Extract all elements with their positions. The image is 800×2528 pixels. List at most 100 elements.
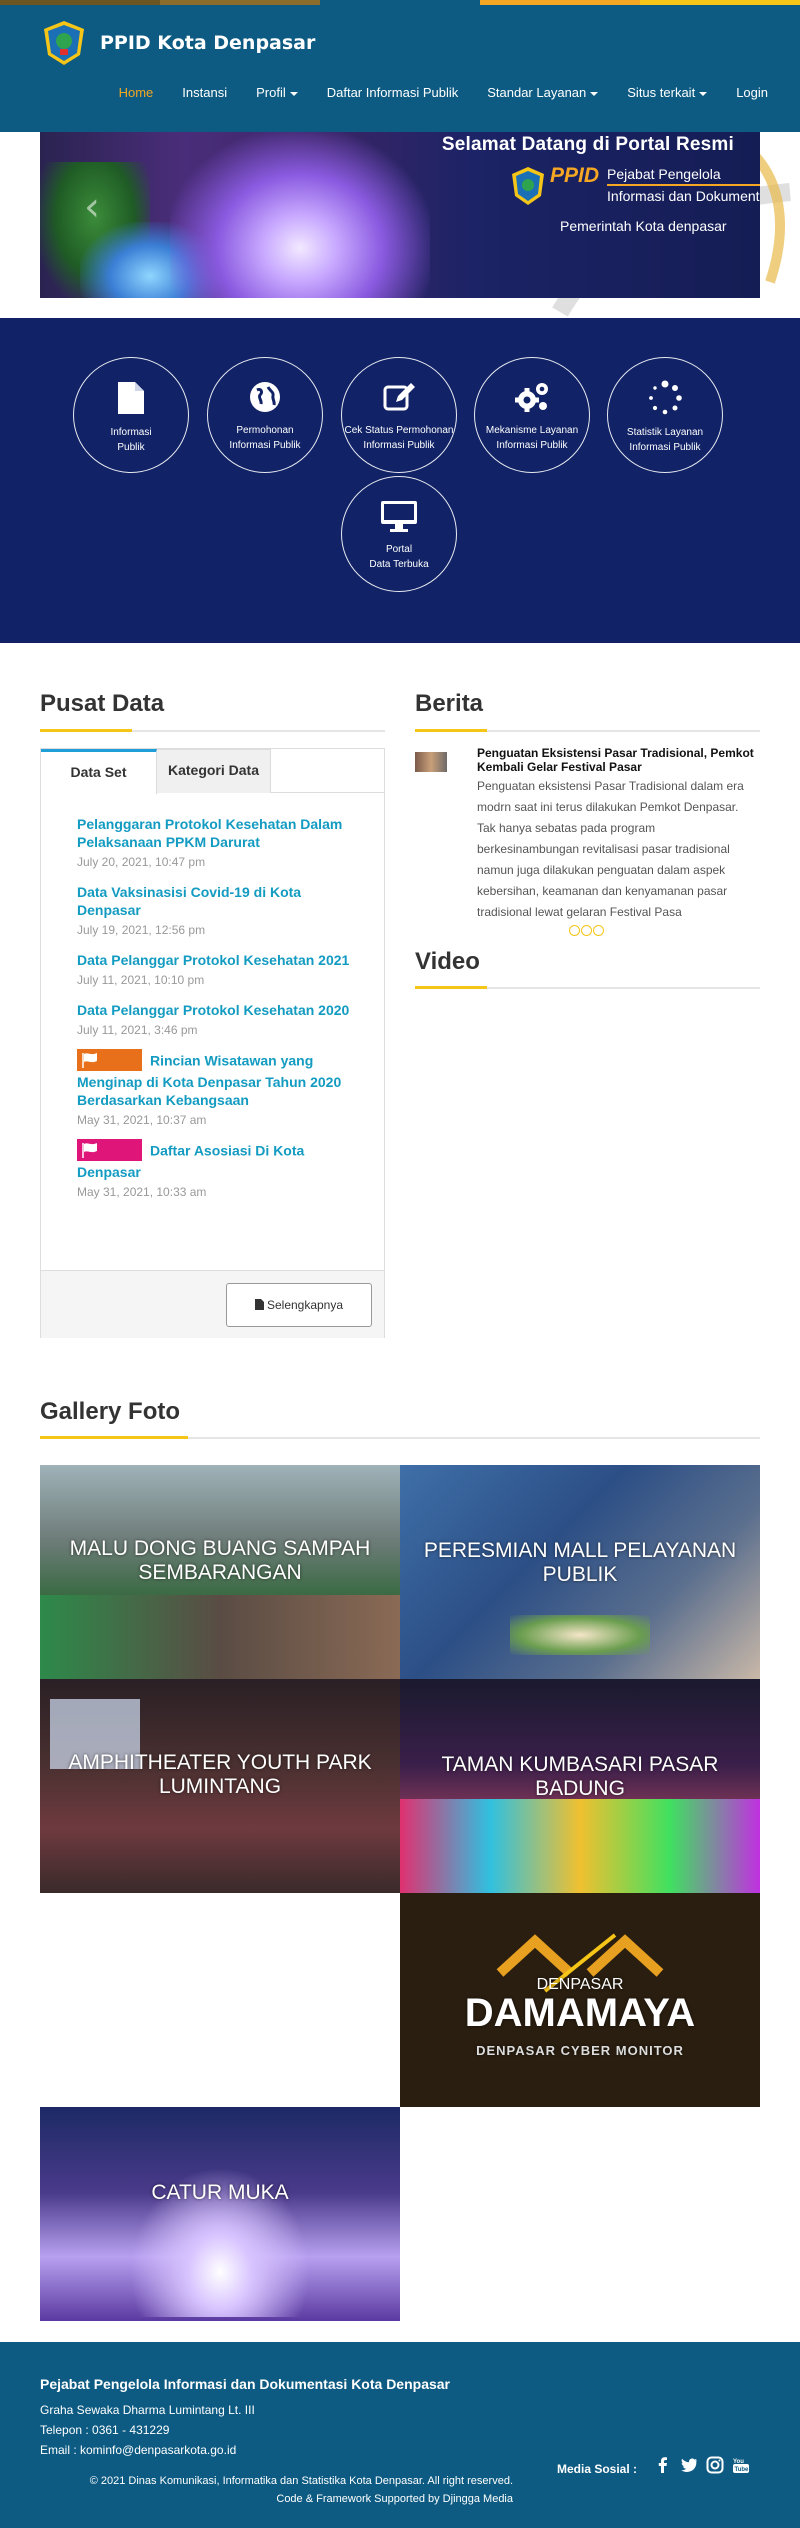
credit-text: Code & Framework Supported by Djingga Me… xyxy=(276,2493,513,2505)
data-set-list: Pelanggaran Protokol Kesehatan Dalam Pel… xyxy=(77,815,367,1213)
hero-line1: Pejabat Pengelola xyxy=(607,166,721,182)
hero-divider xyxy=(607,184,760,186)
service-label-2: Data Terbuka xyxy=(369,559,429,570)
gallery-title: Gallery Foto xyxy=(40,1398,181,1425)
denpasar-emblem-icon xyxy=(512,167,544,205)
data-set-link[interactable]: Data Pelanggar Protokol Kesehatan 2020 xyxy=(77,1001,367,1019)
nav-home[interactable]: Home xyxy=(119,85,154,100)
tab-kategori-data[interactable]: Kategori Data xyxy=(157,749,271,793)
service-mekanisme[interactable]: Mekanisme Layanan Informasi Publik xyxy=(474,357,590,473)
gallery-item[interactable]: DENPASAR DAMAMAYA DENPASAR CYBER MONITOR xyxy=(400,1893,760,2107)
news-thumbnail[interactable] xyxy=(415,752,447,772)
pusat-data-rule xyxy=(40,729,385,732)
data-set-date: July 11, 2021, 10:10 pm xyxy=(77,973,205,987)
gallery-crowd xyxy=(40,1595,400,1679)
spinner-icon xyxy=(649,380,682,415)
site-header: PPID Kota Denpasar Home Instansi Profil … xyxy=(0,5,800,132)
gallery-ribbon xyxy=(510,1615,650,1655)
brand[interactable]: PPID Kota Denpasar xyxy=(40,19,315,67)
gallery-caption: PERESMIAN MALL PELAYANAN PUBLIK xyxy=(423,1539,737,1586)
nav-daftar-informasi-publik[interactable]: Daftar Informasi Publik xyxy=(327,85,459,100)
nav-login[interactable]: Login xyxy=(736,85,768,100)
hero-title: Selamat Datang di Portal Resmi xyxy=(441,134,734,155)
service-informasi-publik[interactable]: Informasi Publik xyxy=(73,357,189,473)
hero-fountain xyxy=(170,132,430,298)
nav-standar-layanan[interactable]: Standar Layanan xyxy=(487,85,599,100)
pagination-dot[interactable] xyxy=(581,925,592,936)
services-section: Informasi Publik Permohonan Informasi Publ… xyxy=(0,318,800,643)
tab-data-set[interactable]: Data Set xyxy=(41,749,157,794)
gallery-rule xyxy=(40,1436,760,1439)
hero-ppid-logo: PPID Pejabat Pengelola Informasi dan Dok… xyxy=(510,164,760,206)
news-excerpt: Penguatan eksistensi Pasar Tradisional d… xyxy=(477,779,744,919)
gallery-item[interactable]: TAMAN KUMBASARI PASAR BADUNG xyxy=(400,1679,760,1893)
caret-down-icon xyxy=(590,91,599,96)
panel-footer: Selengkapnya xyxy=(41,1270,384,1338)
data-set-link[interactable]: Data Pelanggar Protokol Kesehatan 2021 xyxy=(77,951,367,969)
gallery-lights xyxy=(400,1799,760,1893)
damamaya-logo: DAMAMAYA xyxy=(464,1991,696,2035)
service-label-1: Permohonan xyxy=(236,425,294,436)
service-statistik[interactable]: Statistik Layanan Informasi Publik xyxy=(607,357,723,473)
data-set-title-row: Rincian Wisatawan yang Menginap di Kota … xyxy=(77,1049,367,1109)
gallery-item[interactable]: CATUR MUKA xyxy=(40,2107,400,2321)
selengkapnya-button[interactable]: Selengkapnya xyxy=(226,1283,372,1327)
pagination-dot[interactable] xyxy=(593,925,604,936)
flag-icon xyxy=(77,1139,142,1161)
video-rule xyxy=(415,986,760,989)
service-label-1: Portal xyxy=(385,544,413,555)
footer-phone: Telepon : 0361 - 431229 xyxy=(40,2423,170,2437)
list-item: Rincian Wisatawan yang Menginap di Kota … xyxy=(77,1049,367,1127)
hero-banner[interactable]: ‹ Selamat Datang di Portal Resmi PPID Pe… xyxy=(40,132,760,298)
twitter-icon[interactable] xyxy=(680,2456,698,2474)
caret-down-icon xyxy=(289,91,298,96)
service-label-2: Publik xyxy=(117,442,145,453)
service-cek-status[interactable]: Cek Status Permohonan Informasi Publik xyxy=(341,357,457,473)
service-portal-data[interactable]: Portal Data Terbuka xyxy=(341,476,457,592)
list-item: Data Pelanggar Protokol Kesehatan 2020 J… xyxy=(77,1001,367,1037)
document-icon xyxy=(118,382,144,414)
data-set-date: July 19, 2021, 12:56 pm xyxy=(77,923,206,937)
svg-text:Tube: Tube xyxy=(735,2467,750,2473)
service-label-1: Cek Status Permohonan xyxy=(344,425,454,436)
list-item: Daftar Asosiasi Di Kota Denpasar May 31,… xyxy=(77,1139,367,1199)
footer-address: Graha Sewaka Dharma Lumintang Lt. III xyxy=(40,2403,255,2417)
site-footer: Pejabat Pengelola Informasi dan Dokument… xyxy=(0,2342,800,2528)
globe-icon xyxy=(250,382,280,412)
pagination-dot[interactable] xyxy=(569,925,580,936)
nav-profil-label: Profil xyxy=(256,85,286,100)
youtube-icon[interactable]: You Tube xyxy=(732,2456,750,2474)
footer-email: Email : kominfo@denpasarkota.go.id xyxy=(40,2443,237,2457)
service-label-1: Mekanisme Layanan xyxy=(485,425,579,436)
service-permohonan[interactable]: Permohonan Informasi Publik xyxy=(207,357,323,473)
data-set-date: July 20, 2021, 10:47 pm xyxy=(77,855,206,869)
facebook-icon[interactable] xyxy=(654,2456,672,2474)
cogs-icon xyxy=(515,383,548,412)
chevron-left-icon[interactable]: ‹ xyxy=(84,187,114,227)
berita-title: Berita xyxy=(415,690,484,717)
gallery-item[interactable]: MALU DONG BUANG SAMPAH SEMBARANGAN xyxy=(40,1465,400,1679)
instagram-icon[interactable] xyxy=(706,2456,724,2474)
hero-line2: Informasi dan Dokumentasi xyxy=(607,188,760,204)
footer-org: Pejabat Pengelola Informasi dan Dokument… xyxy=(40,2376,450,2392)
hero-ppid: PPID xyxy=(550,164,600,187)
monitor-icon xyxy=(381,501,417,532)
gallery-item[interactable]: AMPHITHEATER YOUTH PARK LUMINTANG xyxy=(40,1679,400,1893)
service-label-1: Statistik Layanan xyxy=(626,427,704,438)
list-item: Data Vaksinasisi Covid-19 di Kota Denpas… xyxy=(77,883,367,937)
list-item: Data Pelanggar Protokol Kesehatan 2021 J… xyxy=(77,951,367,987)
service-label-2: Informasi Publik xyxy=(629,442,701,453)
copyright-text: © 2021 Dinas Komunikasi, Informatika dan… xyxy=(89,2475,513,2487)
news-headline[interactable]: Penguatan Eksistensi Pasar Tradisional, … xyxy=(477,746,777,774)
data-set-link[interactable]: Pelanggaran Protokol Kesehatan Dalam Pel… xyxy=(77,815,367,851)
damamaya-sub: DENPASAR CYBER MONITOR xyxy=(476,2043,684,2058)
nav-profil[interactable]: Profil xyxy=(256,85,298,100)
gallery-item[interactable]: PERESMIAN MALL PELAYANAN PUBLIK xyxy=(400,1465,760,1679)
nav-instansi[interactable]: Instansi xyxy=(182,85,227,100)
data-set-link[interactable]: Data Vaksinasisi Covid-19 di Kota Denpas… xyxy=(77,883,367,919)
service-label-2: Informasi Publik xyxy=(496,440,568,451)
nav-situs-terkait[interactable]: Situs terkait xyxy=(627,85,708,100)
denpasar-emblem-icon xyxy=(44,21,84,65)
pusat-data-tabs: Data Set Kategori Data xyxy=(41,749,384,794)
selengkapnya-label: Selengkapnya xyxy=(266,1298,344,1312)
